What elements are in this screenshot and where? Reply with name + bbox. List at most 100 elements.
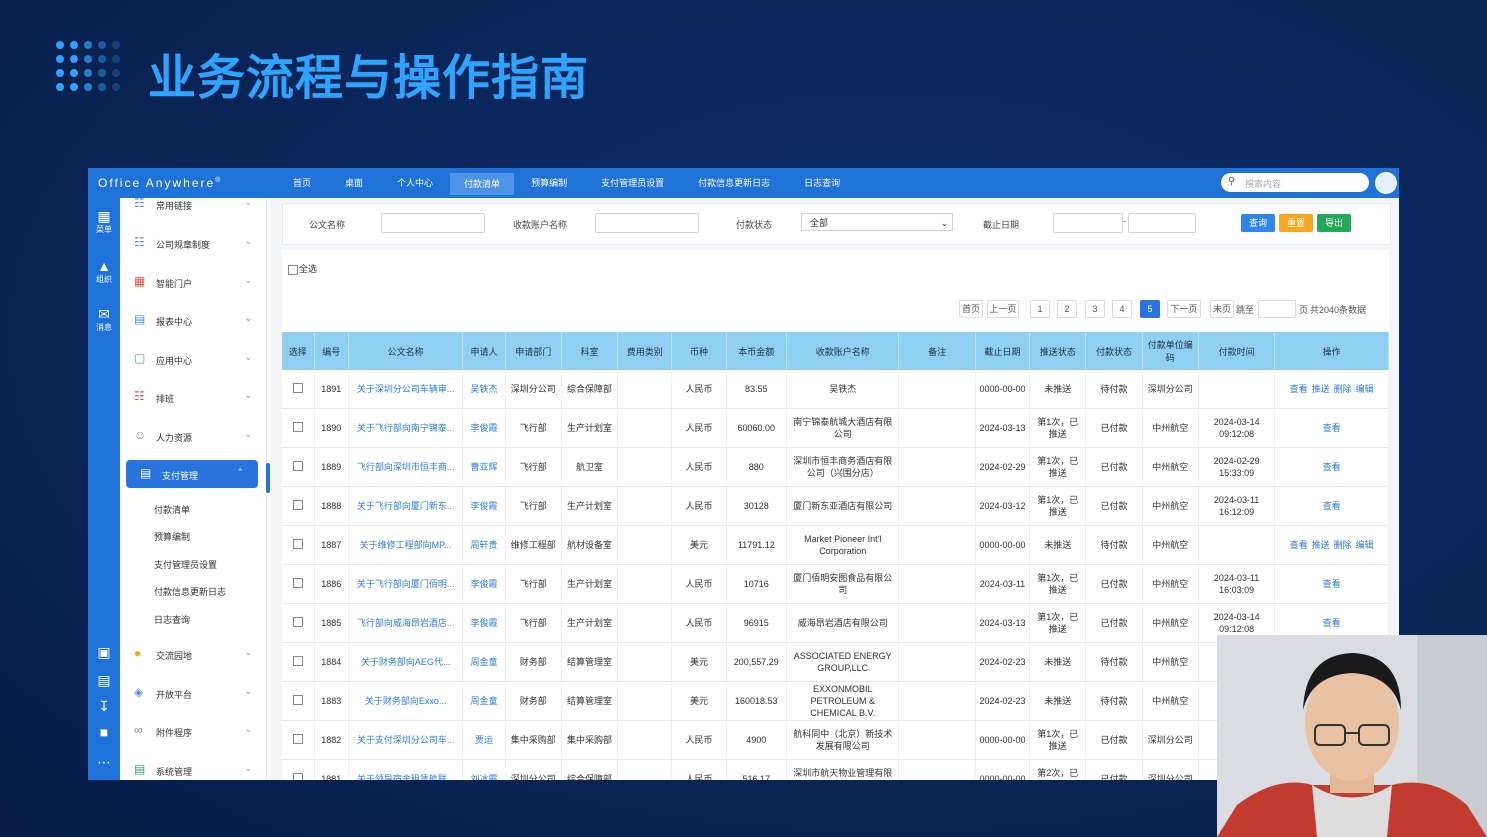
row-action-link[interactable]: 删除 [1334, 540, 1352, 550]
rail-monitor[interactable]: ▣ [88, 644, 120, 660]
cell-applicant[interactable]: 李俊霞 [462, 564, 506, 604]
row-action-link[interactable]: 推送 [1312, 384, 1330, 394]
rail-more[interactable]: ⋯ [88, 754, 120, 770]
nav-payment-list[interactable]: 付款清单 [450, 173, 515, 195]
nav-log-query[interactable]: 日志查询 [787, 168, 857, 198]
row-checkbox[interactable] [292, 460, 303, 471]
sidebar-item-reports[interactable]: ▤ 报表中心 ⌄ [120, 306, 266, 334]
select-all[interactable]: 全选 [288, 262, 317, 275]
cell-applicant[interactable]: 周金童 [462, 642, 506, 682]
date-start-input[interactable] [1053, 213, 1123, 233]
row-action-link[interactable]: 查看 [1323, 423, 1341, 433]
row-action-link[interactable]: 查看 [1323, 618, 1341, 628]
cell-doc[interactable]: 关于领导宿舍租赁航联... [348, 759, 464, 780]
page-last-button[interactable]: 末页 [1210, 300, 1234, 318]
user-avatar[interactable] [1375, 172, 1397, 194]
cell-doc[interactable]: 关于支付深圳分公司车... [348, 720, 464, 760]
row-checkbox[interactable] [292, 538, 303, 549]
cell-doc[interactable]: 关于深圳分公司车辆审... [348, 370, 464, 409]
row-action-link[interactable]: 删除 [1334, 384, 1352, 394]
page-4-button[interactable]: 4 [1112, 300, 1132, 318]
row-action-link[interactable]: 编辑 [1356, 384, 1374, 394]
row-action-link[interactable]: 查看 [1290, 540, 1308, 550]
cell-doc[interactable]: 关于财务部向Exxo... [348, 681, 464, 721]
page-3-button[interactable]: 3 [1085, 300, 1105, 318]
row-action-link[interactable]: 查看 [1290, 384, 1308, 394]
page-next-button[interactable]: 下一页 [1167, 300, 1201, 318]
cell-doc[interactable]: 关于维修工程部向MP... [348, 525, 464, 565]
row-action-link[interactable]: 查看 [1323, 579, 1341, 589]
row-checkbox[interactable] [292, 616, 303, 627]
row-checkbox[interactable] [292, 382, 303, 393]
account-input[interactable] [595, 213, 699, 233]
status-select[interactable]: 全部 ⌄ [801, 213, 953, 231]
page-1-button[interactable]: 1 [1030, 300, 1050, 318]
cell-doc[interactable]: 飞行部向威海昂岩酒店... [348, 603, 464, 643]
rail-note[interactable]: ▤ [88, 672, 120, 688]
date-end-input[interactable] [1128, 213, 1196, 233]
row-checkbox[interactable] [292, 733, 303, 744]
cell-applicant[interactable]: 李俊霞 [462, 486, 506, 526]
rail-download[interactable]: ↧ [88, 698, 120, 714]
cell-doc[interactable]: 关于飞行部向厦门新东... [348, 486, 464, 526]
rail-message[interactable]: ✉ 消息 [88, 306, 120, 333]
sidebar-item-rules[interactable]: ☷ 公司规章制度 ⌄ [120, 229, 266, 257]
row-action-link[interactable]: 推送 [1312, 540, 1330, 550]
sidebar-item-hr[interactable]: ☺ 人力资源 ⌄ [120, 422, 266, 450]
sidebar-item-forum[interactable]: ● 交流园地 ⌄ [120, 640, 266, 668]
row-checkbox[interactable] [292, 655, 303, 666]
cell-doc[interactable]: 关于飞行部向厦门佰明... [348, 564, 464, 604]
row-action-link[interactable]: 查看 [1323, 462, 1341, 472]
sidebar-item-links[interactable]: ☷ 常用链接 ⌄ [120, 190, 266, 218]
row-checkbox[interactable] [292, 421, 303, 432]
cell-doc[interactable]: 关于财务部向AEG代... [348, 642, 464, 682]
rail-shirt[interactable]: ■ [88, 724, 120, 740]
cell-applicant[interactable]: 贾运 [462, 720, 506, 760]
sidebar-item-open-platform[interactable]: ◈ 开放平台 ⌄ [120, 679, 266, 707]
cell-applicant[interactable]: 刘冰霞 [462, 759, 506, 780]
sidebar-sub-budget[interactable]: 预算编制 [154, 530, 190, 543]
row-checkbox[interactable] [292, 499, 303, 510]
row-checkbox[interactable] [292, 772, 303, 780]
row-checkbox[interactable] [292, 577, 303, 588]
sidebar-item-attachments[interactable]: ∞ 附件程序 ⌄ [120, 717, 266, 745]
nav-budget[interactable]: 预算编制 [514, 168, 584, 198]
rail-org[interactable]: ▲ 组织 [88, 258, 120, 285]
nav-personal-center[interactable]: 个人中心 [380, 168, 450, 198]
cell-applicant[interactable]: 周轩贵 [462, 525, 506, 565]
row-checkbox[interactable] [292, 694, 303, 705]
cell-applicant[interactable]: 曹亚辉 [462, 447, 506, 487]
page-prev-button[interactable]: 上一页 [987, 300, 1019, 318]
sidebar-item-portal[interactable]: ▦ 智能门户 ⌄ [120, 268, 266, 296]
page-5-button[interactable]: 5 [1140, 300, 1160, 318]
sidebar-sub-payment-list[interactable]: 付款清单 [154, 503, 190, 516]
rail-menu[interactable]: ▦ 菜单 [88, 208, 120, 235]
sidebar-item-system[interactable]: ▤ 系统管理 ⌄ [120, 756, 266, 780]
query-button[interactable]: 查询 [1241, 214, 1275, 232]
nav-payment-admin[interactable]: 支付管理员设置 [584, 168, 681, 198]
sidebar-sub-payment-log[interactable]: 付款信息更新日志 [154, 585, 226, 598]
cell-doc[interactable]: 关于飞行部向南宁锦泰... [348, 408, 464, 448]
sidebar-item-schedule[interactable]: ☷ 排班 ⌄ [120, 383, 266, 411]
cell-applicant[interactable]: 李俊霞 [462, 603, 506, 643]
doc-name-input[interactable] [381, 213, 485, 233]
row-action-link[interactable]: 编辑 [1356, 540, 1374, 550]
nav-desktop[interactable]: 桌面 [328, 168, 380, 198]
reset-button[interactable]: 重置 [1279, 214, 1313, 232]
cell-doc[interactable]: 飞行部向深圳市恒丰商... [348, 447, 464, 487]
cell-applicant[interactable]: 周金童 [462, 681, 506, 721]
global-search-input[interactable]: ⚲ 搜索内容 [1221, 173, 1369, 192]
page-jump-input[interactable] [1258, 300, 1296, 318]
page-2-button[interactable]: 2 [1057, 300, 1077, 318]
sidebar-sub-payment-admin[interactable]: 支付管理员设置 [154, 558, 217, 571]
sidebar-item-apps[interactable]: ▢ 应用中心 ⌄ [120, 345, 266, 373]
cell-applicant[interactable]: 吴铁杰 [462, 370, 506, 409]
select-all-checkbox[interactable] [288, 264, 298, 275]
page-first-button[interactable]: 首页 [959, 300, 983, 318]
row-action-link[interactable]: 查看 [1323, 501, 1341, 511]
cell-applicant[interactable]: 李俊霞 [462, 408, 506, 448]
nav-home[interactable]: 首页 [276, 168, 328, 198]
nav-payment-log[interactable]: 付款信息更新日志 [681, 168, 787, 198]
export-button[interactable]: 导出 [1317, 214, 1351, 232]
sidebar-sub-log-query[interactable]: 日志查询 [154, 613, 190, 626]
